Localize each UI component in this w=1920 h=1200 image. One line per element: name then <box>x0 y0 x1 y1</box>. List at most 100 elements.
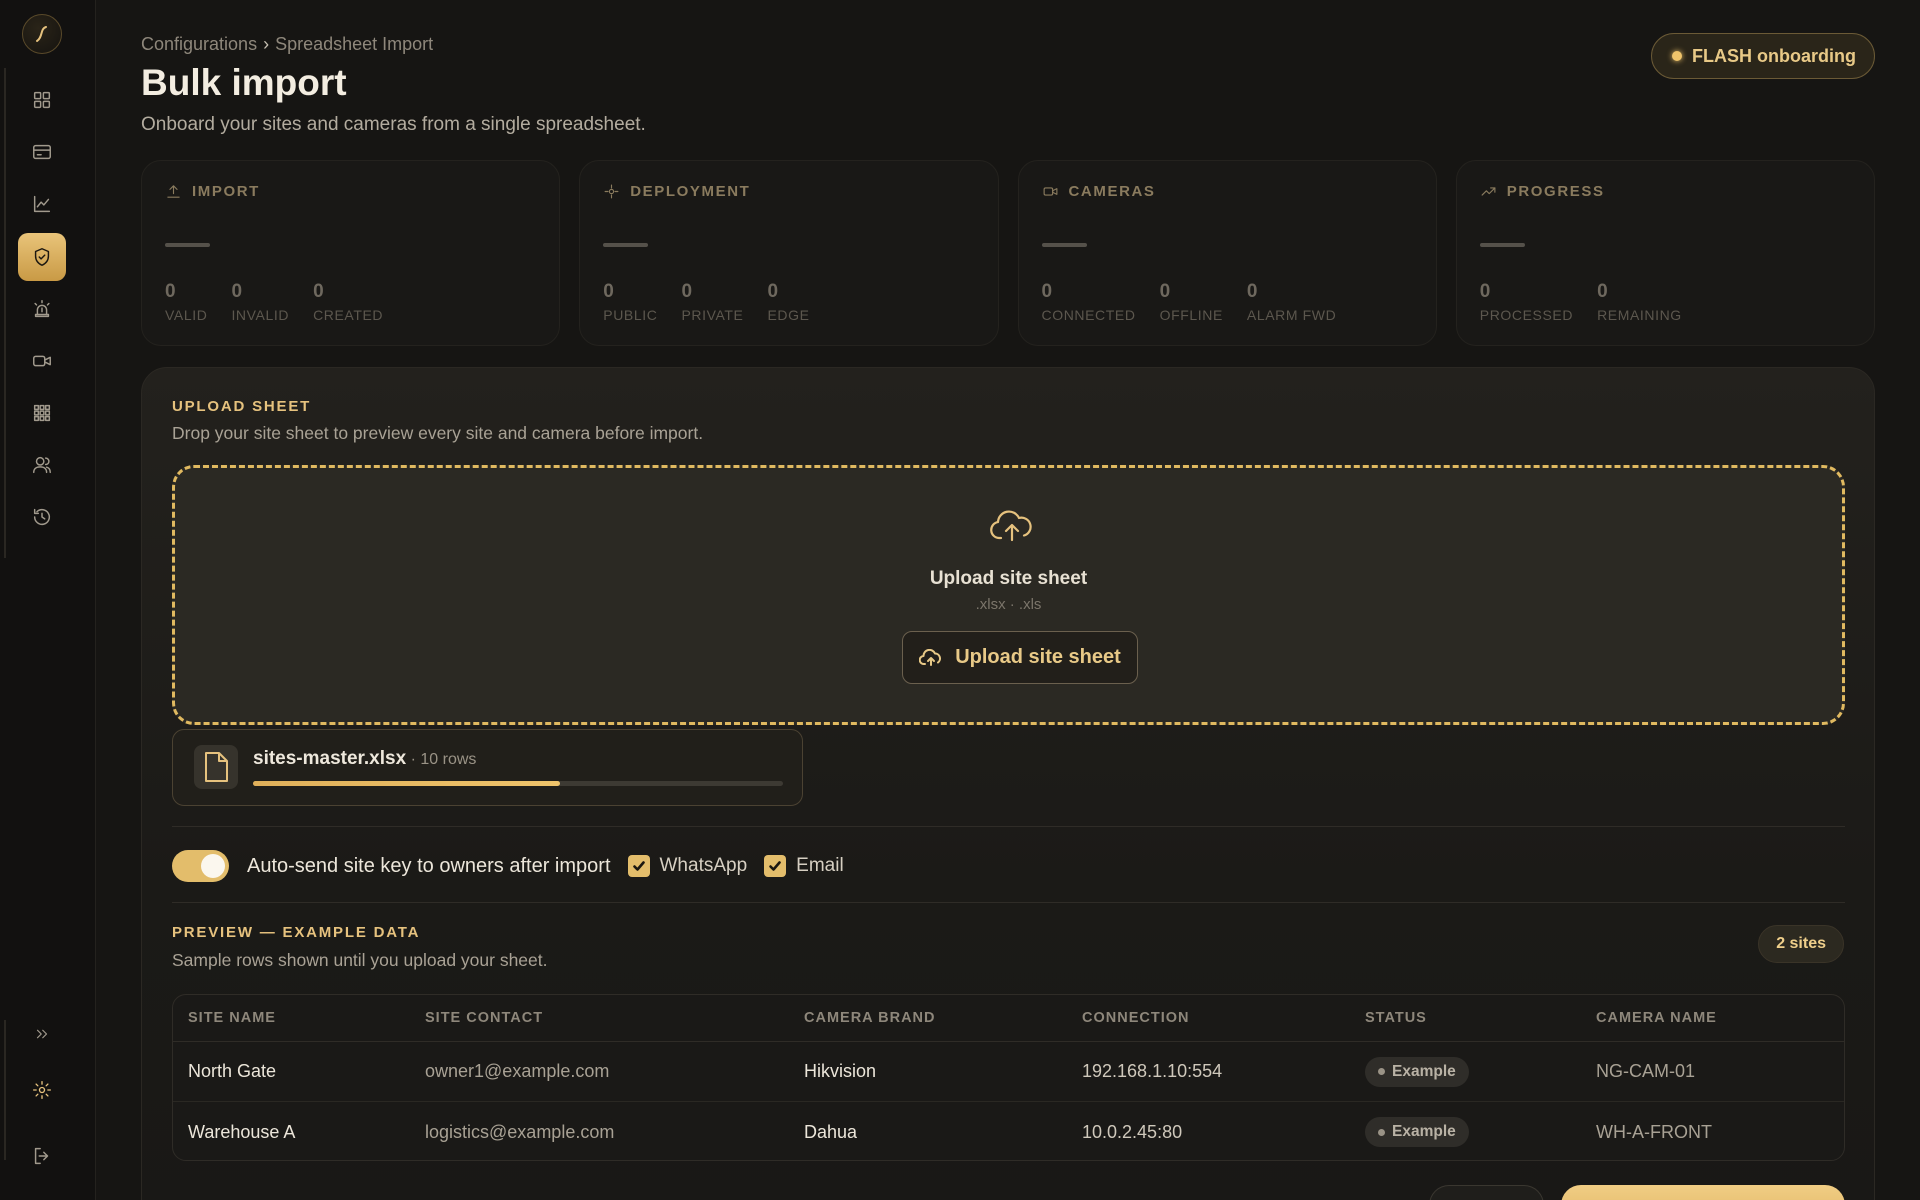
stat-placeholder-dash <box>1479 243 1525 247</box>
upload-site-sheet-button[interactable]: Upload site sheet <box>902 631 1138 684</box>
metric-value: 0 <box>1597 281 1608 302</box>
divider <box>172 902 1845 903</box>
breadcrumb-parent[interactable]: Configurations <box>141 34 257 54</box>
cell-site-contact: logistics@example.com <box>425 1121 615 1142</box>
nav-security[interactable] <box>18 233 66 281</box>
column-header[interactable]: SITE CONTACT <box>425 1010 543 1026</box>
sidebar <box>0 0 96 1200</box>
metric-value: 0 <box>231 281 243 302</box>
column-header[interactable]: STATUS <box>1365 1010 1427 1026</box>
cloud-upload-icon <box>989 510 1035 544</box>
stat-placeholder-dash <box>165 243 210 247</box>
metric-value: 0 <box>1246 281 1258 302</box>
sidebar-expand-button[interactable] <box>18 1010 66 1058</box>
column-header[interactable]: CAMERA BRAND <box>804 1010 935 1026</box>
metric-label: INVALID <box>231 307 290 323</box>
metric-value: 0 <box>767 281 779 302</box>
status-badge: Example <box>1365 1056 1469 1087</box>
stat-placeholder-dash <box>1041 243 1087 247</box>
whatsapp-checkbox[interactable]: WhatsApp <box>627 855 747 877</box>
email-checkbox[interactable]: Email <box>764 855 844 877</box>
metric-valid: 0 VALID <box>165 281 207 323</box>
nav-dashboard[interactable] <box>18 76 66 124</box>
dashboard-icon <box>33 91 51 109</box>
trend-up-icon <box>1481 187 1496 196</box>
cell-camera-name: NG-CAM-01 <box>1596 1061 1696 1081</box>
video-camera-icon <box>1043 187 1057 196</box>
flash-onboarding-label: FLASH onboarding <box>1692 45 1856 66</box>
auto-send-toggle[interactable] <box>172 850 229 882</box>
file-name: sites-master.xlsx · 10 rows <box>253 748 476 770</box>
metric-value: 0 <box>313 281 324 302</box>
preview-section-title: PREVIEW — EXAMPLE DATA <box>172 924 421 941</box>
nav-alarms[interactable] <box>18 285 66 333</box>
nav-users[interactable] <box>18 441 66 489</box>
metric-label: CREATED <box>313 307 384 323</box>
preview-table: SITE NAME SITE CONTACT CAMERA BRAND CONN… <box>172 994 1845 1161</box>
metric-value: 0 <box>1041 281 1053 302</box>
cell-connection: 192.168.1.10:554 <box>1082 1061 1223 1081</box>
stat-header: PROGRESS <box>1480 183 1851 200</box>
secondary-action-button[interactable] <box>1429 1185 1544 1200</box>
nav-history[interactable] <box>18 493 66 541</box>
table-header: SITE NAME SITE CONTACT CAMERA BRAND CONN… <box>173 995 1844 1042</box>
card-icon <box>33 144 51 160</box>
breadcrumb-current: Spreadsheet Import <box>275 34 434 54</box>
cell-site-name: Warehouse A <box>188 1121 296 1142</box>
metric-value: 0 <box>165 281 176 302</box>
metric-label: REMAINING <box>1597 307 1682 323</box>
file-row-count: · 10 rows <box>406 751 477 768</box>
settings-button[interactable] <box>18 1066 66 1114</box>
dropzone-title: Upload site sheet <box>929 568 1088 589</box>
cell-camera-name: WH-A-FRONT <box>1596 1121 1712 1142</box>
accepted-formats: .xlsx · .xls <box>975 596 1042 613</box>
column-header[interactable]: CONNECTION <box>1082 1010 1189 1026</box>
stat-metrics: 0 PUBLIC 0 PRIVATE 0 EDGE <box>603 281 809 323</box>
table-row[interactable]: Warehouse A logistics@example.com Dahua … <box>173 1102 1844 1160</box>
column-header[interactable]: SITE NAME <box>188 1010 276 1026</box>
divider <box>172 826 1845 827</box>
upload-section-subtitle: Drop your site sheet to preview every si… <box>172 423 704 443</box>
status-dot-icon <box>1672 51 1683 61</box>
logout-button[interactable] <box>18 1132 66 1180</box>
app-logo[interactable] <box>22 14 62 54</box>
target-icon <box>604 184 619 199</box>
table-row[interactable]: North Gate owner1@example.com Hikvision … <box>173 1042 1844 1102</box>
stat-header: IMPORT <box>165 183 536 200</box>
breadcrumb-separator: › <box>263 34 270 54</box>
metric-label: OFFLINE <box>1159 307 1223 323</box>
stat-card-deployment: DEPLOYMENT 0 PUBLIC 0 PRIVATE 0 EDGE <box>579 160 999 346</box>
upload-dropzone[interactable]: Upload site sheet .xlsx · .xls Upload si… <box>172 465 1845 725</box>
sites-count-badge: 2 sites <box>1758 925 1844 963</box>
status-dot-icon <box>1378 1068 1385 1075</box>
uploaded-file-card[interactable]: sites-master.xlsx · 10 rows <box>172 729 803 806</box>
video-camera-icon <box>33 355 51 367</box>
stat-label: DEPLOYMENT <box>630 183 751 200</box>
nav-billing[interactable] <box>18 128 66 176</box>
stat-card-import: IMPORT 0 VALID 0 INVALID 0 CREATED <box>141 160 561 346</box>
nav-grid[interactable] <box>18 389 66 437</box>
status-label: Example <box>1392 1123 1456 1140</box>
flash-onboarding-badge[interactable]: FLASH onboarding <box>1651 33 1875 79</box>
upload-progress-fill <box>253 781 561 786</box>
metric-connected: 0 CONNECTED <box>1042 281 1136 323</box>
cell-camera-brand: Dahua <box>804 1121 858 1142</box>
nav-cameras[interactable] <box>18 337 66 385</box>
settings-icon <box>33 1081 51 1099</box>
cell-site-contact: owner1@example.com <box>425 1061 610 1081</box>
column-header[interactable]: CAMERA NAME <box>1596 1010 1717 1026</box>
metric-label: ALARM FWD <box>1246 307 1337 323</box>
stat-metrics: 0 PROCESSED 0 REMAINING <box>1480 281 1682 323</box>
nav-analytics[interactable] <box>18 180 66 228</box>
breadcrumb: Configurations › Spreadsheet Import <box>141 34 433 55</box>
metric-alarm-fwd: 0 ALARM FWD <box>1247 281 1336 323</box>
metric-invalid: 0 INVALID <box>231 281 289 323</box>
primary-action-button[interactable] <box>1561 1185 1845 1200</box>
metric-remaining: 0 REMAINING <box>1597 281 1682 323</box>
grid-icon <box>33 404 51 422</box>
stat-metrics: 0 CONNECTED 0 OFFLINE 0 ALARM FWD <box>1042 281 1337 323</box>
stat-placeholder-dash <box>603 243 649 247</box>
status-label: Example <box>1392 1062 1456 1080</box>
stat-header: DEPLOYMENT <box>603 183 974 200</box>
sidebar-rail-bottom <box>4 1020 6 1160</box>
